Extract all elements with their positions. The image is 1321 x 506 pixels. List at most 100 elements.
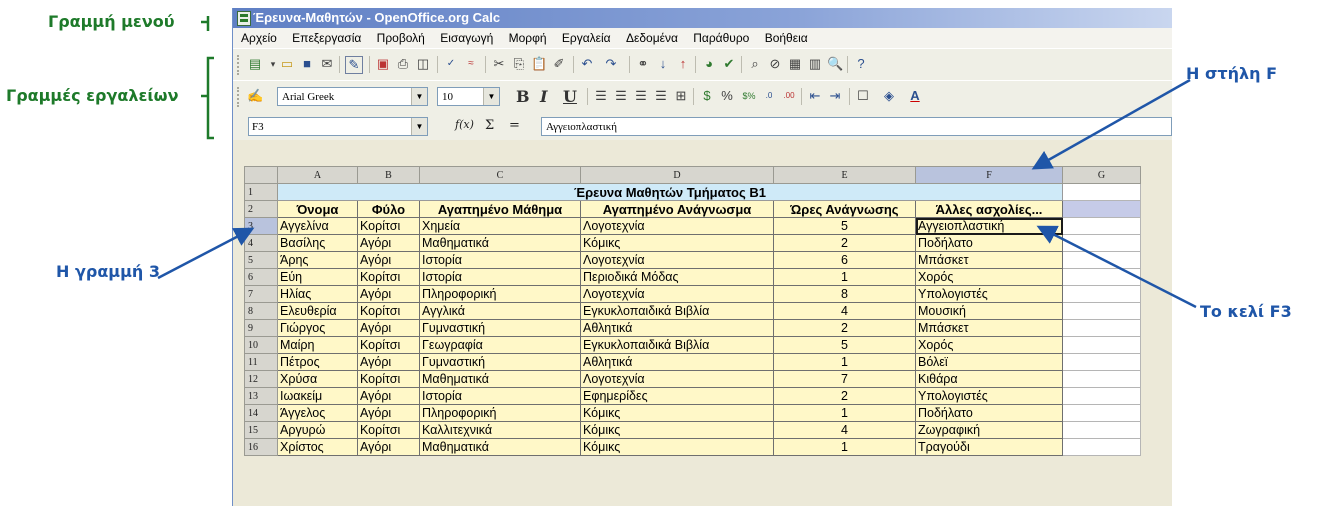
menu-insert[interactable]: Εισαγωγή [440,31,493,45]
cell[interactable]: Κιθάρα [915,370,1063,388]
cell[interactable]: Κόμικς [580,234,774,252]
cell[interactable]: Μαθηματικά [419,370,581,388]
chevron-down-icon[interactable]: ▼ [411,88,427,105]
sort-descending-icon[interactable]: ↑ [675,56,691,72]
percent-format-icon[interactable]: % [719,88,735,104]
cell[interactable] [1062,319,1141,337]
align-left-icon[interactable]: ☰ [593,88,609,104]
save-icon[interactable]: ■ [299,56,315,72]
table-title-cell[interactable]: Έρευνα Μαθητών Τμήματος Β1 [277,183,1063,201]
font-name-box[interactable]: Arial Greek ▼ [277,87,428,106]
cell[interactable]: Αγόρι [357,251,420,269]
cell[interactable] [1062,438,1141,456]
cell[interactable]: Άγγελος [277,404,358,422]
row-header[interactable]: 6 [244,268,278,286]
borders-icon[interactable]: ☐ [855,88,871,104]
column-header[interactable]: D [580,166,774,184]
decrease-indent-icon[interactable]: ⇤ [807,88,823,104]
cut-icon[interactable]: ✂ [491,56,507,72]
menu-data[interactable]: Δεδομένα [626,31,678,45]
toolbar-grip[interactable] [237,87,242,107]
cell[interactable]: Κορίτσι [357,268,420,286]
cell[interactable]: Ιστορία [419,268,581,286]
menu-tools[interactable]: Εργαλεία [562,31,611,45]
cell[interactable]: Εύη [277,268,358,286]
cell[interactable]: Κορίτσι [357,370,420,388]
cell[interactable]: Υπολογιστές [915,285,1063,303]
row-header[interactable]: 4 [244,234,278,252]
cell[interactable]: 7 [773,370,916,388]
column-header[interactable]: G [1062,166,1141,184]
cell[interactable]: Πέτρος [277,353,358,371]
bold-button[interactable]: B [516,87,530,106]
cell[interactable]: Ελευθερία [277,302,358,320]
cell[interactable]: Αγόρι [357,319,420,337]
cell[interactable]: Αθλητικά [580,353,774,371]
cell[interactable]: Αγγελίνα [277,217,358,235]
spellcheck-icon[interactable]: ✓ [443,56,459,72]
row-header[interactable]: 16 [244,438,278,456]
header-cell[interactable]: Φύλο [357,200,420,218]
cell[interactable] [1062,336,1141,354]
cell[interactable]: Αγόρι [357,387,420,405]
cell[interactable]: Αθλητικά [580,319,774,337]
row-header[interactable]: 3 [244,217,278,235]
cell[interactable]: 1 [773,268,916,286]
cell[interactable]: Κορίτσι [357,302,420,320]
cell[interactable] [1062,285,1141,303]
font-color-icon[interactable]: A [907,88,923,104]
row-header[interactable]: 9 [244,319,278,337]
cell[interactable]: Κορίτσι [357,336,420,354]
cell[interactable]: Υπολογιστές [915,387,1063,405]
row-header[interactable]: 15 [244,421,278,439]
cell[interactable]: Γυμναστική [419,353,581,371]
cell[interactable] [1062,387,1141,405]
cell[interactable] [1062,302,1141,320]
cell[interactable]: 8 [773,285,916,303]
find-replace-icon[interactable]: ⌕ [747,56,763,72]
delete-decimal-icon[interactable]: .00 [781,88,797,104]
cell[interactable] [1062,217,1141,235]
header-cell[interactable]: Όνομα [277,200,358,218]
standard-format-icon[interactable]: $% [741,88,757,104]
undo-icon[interactable]: ↶ [579,56,595,72]
gallery-icon[interactable]: ▦ [787,56,803,72]
increase-indent-icon[interactable]: ⇥ [827,88,843,104]
chart-icon[interactable]: ◕ [701,56,717,72]
selected-cell-f3[interactable]: Αγγειοπλαστική [915,217,1063,235]
cell[interactable]: Λογοτεχνία [580,285,774,303]
chevron-down-icon[interactable]: ▼ [411,118,427,135]
chevron-down-icon[interactable]: ▼ [483,88,499,105]
background-color-icon[interactable]: ◈ [881,88,897,104]
currency-format-icon[interactable]: $ [699,88,715,104]
function-wizard-icon[interactable]: f(x) [455,118,474,131]
align-right-icon[interactable]: ☰ [633,88,649,104]
cell[interactable]: Τραγούδι [915,438,1063,456]
clone-format-icon[interactable]: ✐ [551,56,567,72]
toolbar-grip[interactable] [237,55,242,75]
paste-icon[interactable]: 📋 [531,56,547,72]
cell[interactable]: 5 [773,217,916,235]
cell[interactable]: Κόμικς [580,421,774,439]
header-cell[interactable]: Αγαπημένο Ανάγνωσμα [580,200,774,218]
cell[interactable]: Ζωγραφική [915,421,1063,439]
cell[interactable]: Άρης [277,251,358,269]
menu-file[interactable]: Αρχείο [241,31,277,45]
header-cell[interactable]: Αγαπημένο Μάθημα [419,200,581,218]
print-icon[interactable]: ⎙ [395,56,411,72]
cell[interactable]: Ιστορία [419,387,581,405]
row-header[interactable]: 12 [244,370,278,388]
cell[interactable] [1062,234,1141,252]
hyperlink-icon[interactable]: ⚭ [635,56,651,72]
cell[interactable]: Ιστορία [419,251,581,269]
name-box[interactable]: F3 ▼ [248,117,428,136]
styles-formatting-icon[interactable]: ✍ [247,88,263,104]
cell[interactable]: Μαθηματικά [419,234,581,252]
cell[interactable]: Λογοτεχνία [580,217,774,235]
column-header[interactable]: A [277,166,358,184]
edit-mode-icon[interactable]: ✎ [345,56,363,74]
header-cell[interactable]: Ώρες Ανάγνωσης [773,200,916,218]
cell[interactable]: Βασίλης [277,234,358,252]
cell[interactable]: Λογοτεχνία [580,251,774,269]
autospellcheck-icon[interactable]: ≈ [463,56,479,72]
